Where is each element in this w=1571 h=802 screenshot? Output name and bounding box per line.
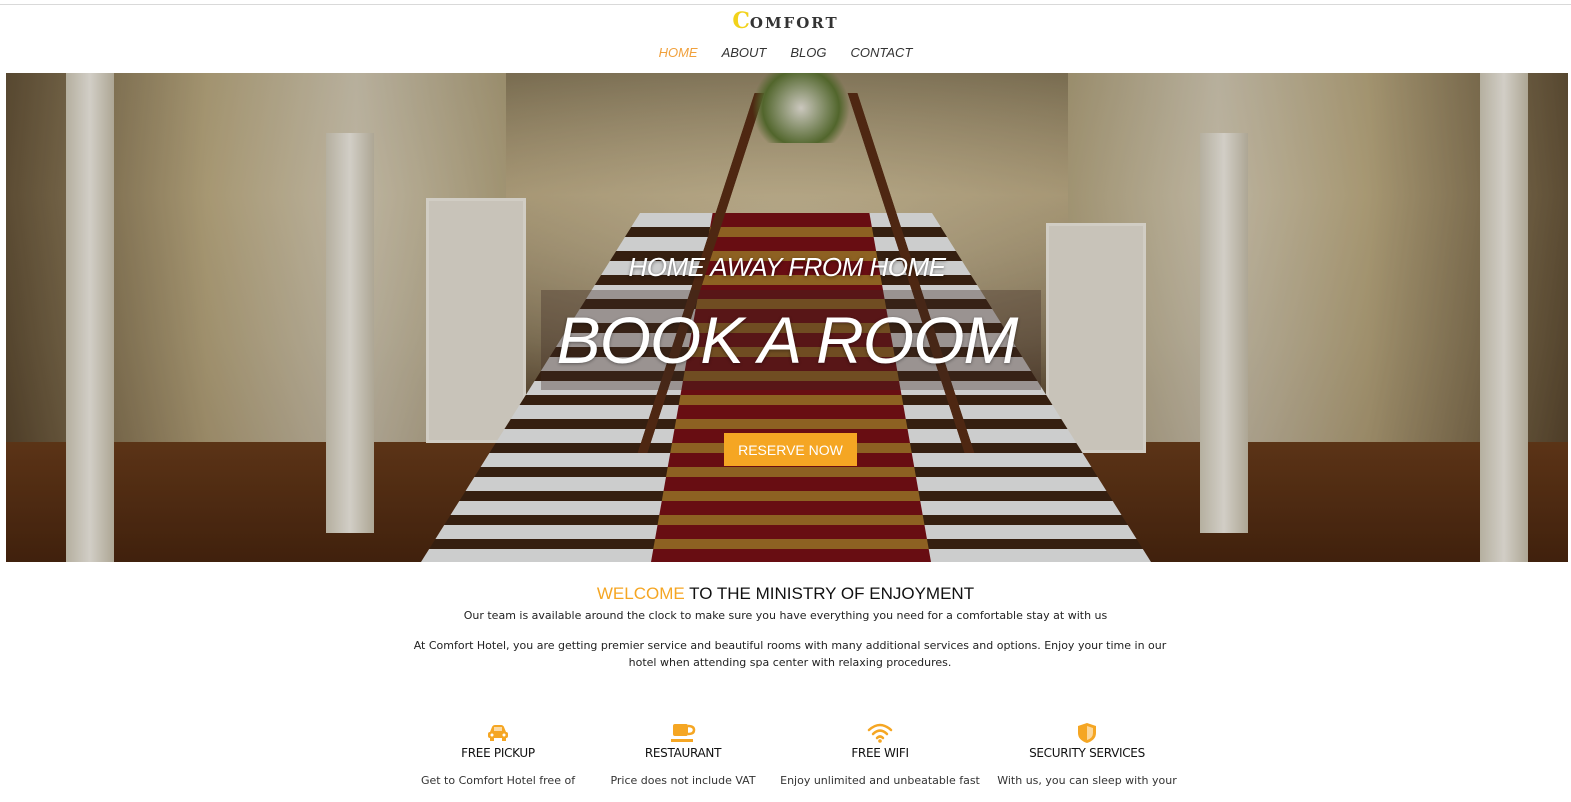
- hero-banner: HOME AWAY FROM HOME BOOK A ROOM RESERVE …: [6, 73, 1568, 562]
- nav-about-link[interactable]: ABOUT: [722, 45, 767, 60]
- feature-label: FREE WIFI: [851, 746, 909, 760]
- shield-icon: [987, 722, 1187, 744]
- logo-initial: C: [732, 8, 750, 34]
- feature-label: RESTAURANT: [644, 746, 722, 760]
- welcome-about-text: At Comfort Hotel, you are getting premie…: [413, 639, 1167, 669]
- coffee-cup-icon: [583, 722, 783, 744]
- feature-description: Enjoy unlimited and unbeatable fast: [780, 774, 980, 787]
- site-logo[interactable]: COMFORT: [0, 8, 1571, 34]
- nav-home-link[interactable]: HOME: [659, 45, 698, 60]
- hero-subtitle: HOME AWAY FROM HOME: [628, 252, 946, 282]
- welcome-heading-accent: WELCOME: [596, 584, 685, 603]
- car-icon: [398, 722, 598, 744]
- welcome-tagline: Our team is available around the clock t…: [463, 609, 1108, 622]
- features-row: FREE PICKUP Get to Comfort Hotel free of…: [0, 722, 1571, 802]
- hero-title: BOOK A ROOM: [556, 303, 1019, 377]
- feature-description: Price does not include VAT: [610, 774, 756, 787]
- feature-description: With us, you can sleep with your: [997, 774, 1177, 787]
- nav-blog-link[interactable]: BLOG: [790, 45, 826, 60]
- welcome-heading: WELCOME TO THE MINISTRY OF ENJOYMENT: [0, 584, 1571, 604]
- wifi-icon: [780, 722, 980, 744]
- welcome-heading-rest: TO THE MINISTRY OF ENJOYMENT: [684, 584, 975, 603]
- reserve-now-button[interactable]: RESERVE NOW: [724, 433, 857, 466]
- feature-label: SECURITY SERVICES: [1029, 746, 1145, 760]
- feature-label: FREE PICKUP: [461, 746, 535, 760]
- logo-text: OMFORT: [749, 14, 839, 32]
- feature-description: Get to Comfort Hotel free of: [420, 774, 576, 787]
- feature-restaurant: RESTAURANT Price does not include VAT: [583, 722, 783, 787]
- top-divider: [0, 4, 1571, 5]
- feature-free-pickup: FREE PICKUP Get to Comfort Hotel free of: [398, 722, 598, 787]
- nav-contact-link[interactable]: CONTACT: [851, 45, 913, 60]
- main-nav: HOME ABOUT BLOG CONTACT: [0, 45, 1571, 60]
- feature-free-wifi: FREE WIFI Enjoy unlimited and unbeatable…: [780, 722, 980, 787]
- feature-security-services: SECURITY SERVICES With us, you can sleep…: [987, 722, 1187, 787]
